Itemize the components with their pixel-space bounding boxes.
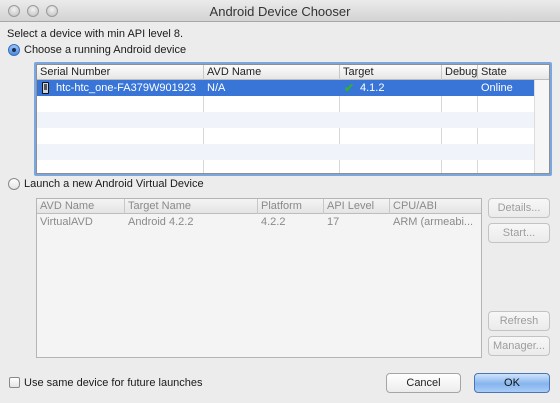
column-header-avd-name[interactable]: AVD Name <box>204 65 340 80</box>
column-header-target[interactable]: Target <box>340 65 442 80</box>
column-header-api-level: API Level <box>324 199 390 214</box>
device-table-header: Serial Number AVD Name Target Debug Stat… <box>37 65 549 80</box>
same-device-checkbox[interactable] <box>9 377 20 388</box>
column-header-serial[interactable]: Serial Number <box>37 65 204 80</box>
avd-table-header: AVD Name Target Name Platform API Level … <box>37 199 481 214</box>
device-serial: htc-htc_one-FA379W901923 <box>56 82 197 94</box>
avd-table: AVD Name Target Name Platform API Level … <box>36 198 482 358</box>
column-header-cpu-abi: CPU/ABI <box>393 200 438 212</box>
details-button[interactable]: Details... <box>488 198 550 218</box>
launch-avd-label[interactable]: Launch a new Android Virtual Device <box>24 178 204 190</box>
ok-button[interactable]: OK <box>474 373 550 393</box>
avd-platform: 4.2.2 <box>261 216 286 228</box>
check-icon: ✔ <box>344 81 355 95</box>
window-title: Android Device Chooser <box>209 4 351 19</box>
device-debug <box>442 80 478 96</box>
launch-avd-radio[interactable] <box>8 178 20 190</box>
choose-running-radio[interactable] <box>8 44 20 56</box>
column-header-target-name: Target Name <box>125 199 258 214</box>
start-button[interactable]: Start... <box>488 223 550 243</box>
manager-button[interactable]: Manager... <box>488 336 550 356</box>
column-header-state[interactable]: State <box>478 65 536 80</box>
column-header-platform: Platform <box>258 199 324 214</box>
device-row[interactable]: htc-htc_one-FA379W901923 N/A ✔ 4.1.2 Onl… <box>37 80 549 96</box>
refresh-button[interactable]: Refresh <box>488 311 550 331</box>
column-header-avd-name: AVD Name <box>37 199 125 214</box>
avd-cpu-abi: ARM (armeabi... <box>393 216 474 228</box>
choose-running-label[interactable]: Choose a running Android device <box>24 44 186 56</box>
same-device-label[interactable]: Use same device for future launches <box>24 377 203 389</box>
title-bar: Android Device Chooser <box>0 0 560 22</box>
avd-api-level: 17 <box>327 216 340 228</box>
avd-row: VirtualAVD Android 4.2.2 4.2.2 17 ARM (a… <box>37 214 481 230</box>
avd-name: VirtualAVD <box>40 216 93 228</box>
device-avd-name: N/A <box>207 82 226 94</box>
empty-row <box>37 144 549 160</box>
avd-target-name: Android 4.2.2 <box>128 216 194 228</box>
phone-icon <box>42 82 49 94</box>
cancel-button[interactable]: Cancel <box>386 373 461 393</box>
api-level-prompt: Select a device with min API level 8. <box>7 28 184 40</box>
device-table-scrollbar[interactable] <box>534 80 549 173</box>
empty-row <box>37 112 549 128</box>
device-state: Online <box>481 82 513 94</box>
running-device-table[interactable]: Serial Number AVD Name Target Debug Stat… <box>36 64 550 174</box>
device-target-value: 4.1.2 <box>360 82 385 94</box>
device-target: ✔ 4.1.2 <box>340 80 442 96</box>
column-header-debug[interactable]: Debug <box>442 65 478 80</box>
